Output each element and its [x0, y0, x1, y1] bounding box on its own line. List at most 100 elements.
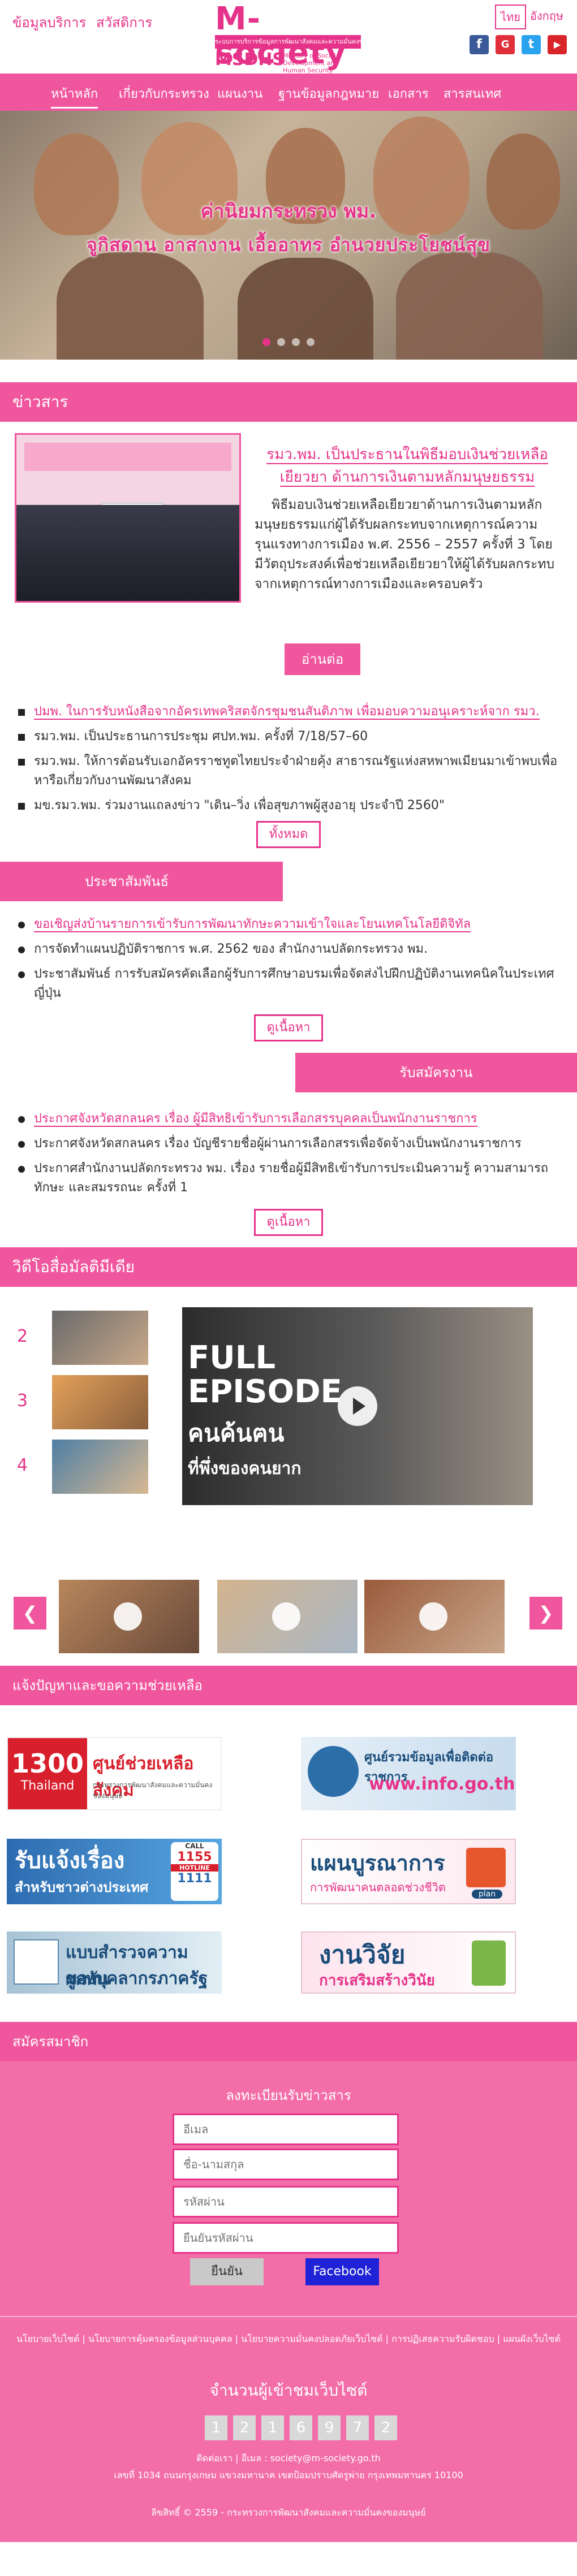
news-list: ปมพ. ในการรับหนังสือจากอัครเทพคริสตจักรช…: [0, 702, 577, 815]
news-all-button[interactable]: ทั้งหมด: [256, 821, 321, 848]
list-item-text[interactable]: ประกาศจังหวัดสกลนคร เรื่อง ผู้มีสิทธิเข้…: [34, 1112, 477, 1127]
research-pencil-icon: [472, 1940, 506, 1986]
image-banner: [24, 443, 231, 471]
hotline-1111: 1111: [177, 1872, 212, 1886]
nav-info-link[interactable]: ข้อมูลบริการ: [12, 11, 86, 33]
hero-slider[interactable]: ค่านิยมกระทรวง พม. จูกิสดาน อาสางาน เอื้…: [0, 111, 577, 360]
nav-plans[interactable]: แผนงาน: [217, 84, 262, 103]
password-field[interactable]: [173, 2186, 399, 2218]
site-header: ข้อมูลบริการ สวัสดิการ M-society ระบบการ…: [0, 0, 577, 74]
list-item[interactable]: รมว.พม. เป็นประธานการประชุม ศปท.พม. ครั้…: [18, 727, 558, 746]
nav-law-db[interactable]: ฐานข้อมูลกฎหมาย: [278, 84, 379, 103]
play-icon[interactable]: [419, 1602, 447, 1631]
player-full-text: FULL: [188, 1339, 276, 1376]
pr-more-button[interactable]: ดูเนื้อหา: [253, 1014, 324, 1041]
confirm-password-field[interactable]: [173, 2222, 399, 2254]
footer-links[interactable]: นโยบายเว็บไซต์ | นโยบายการคุ้มครองข้อมูล…: [0, 2331, 577, 2348]
counter-digit: 9: [318, 2415, 341, 2440]
carousel-prev-button[interactable]: ❮: [14, 1597, 46, 1630]
news-featured-title-text[interactable]: รมว.พม. เป็นประธานในพิธีมอบเงินช่วยเหลือ…: [266, 446, 548, 487]
list-item[interactable]: ประชาสัมพันธ์ การรับสมัครคัดเลือกผู้รับก…: [18, 965, 558, 1003]
read-more-button[interactable]: อ่านต่อ: [284, 643, 361, 675]
banner-1300[interactable]: 1300 Thailand ศูนย์ช่วยเหลือสังคม กระทรว…: [7, 1737, 222, 1810]
carousel-next-button[interactable]: ❯: [529, 1597, 562, 1630]
logo-short: MSDHS: [215, 50, 285, 70]
list-item[interactable]: ขอเชิญส่งบ้านรายการเข้ารับการพัฒนาทักษะค…: [18, 915, 558, 934]
nav-info[interactable]: สารสนเทศ: [443, 84, 501, 103]
banner-survey[interactable]: แบบสำรวจความผูกพัน ของบุคลากรภาครัฐ: [7, 1931, 222, 1994]
footer-copyright: ลิขสิทธิ์ © 2559 - กระทรวงการพัฒนาสังคมแ…: [151, 2507, 426, 2518]
banner-1300-country: Thailand: [20, 1779, 75, 1793]
carousel-thumb[interactable]: [217, 1580, 358, 1653]
jobs-more-button[interactable]: ดูเนื้อหา: [253, 1209, 324, 1236]
nav-about[interactable]: เกี่ยวกับกระทรวง: [119, 84, 209, 103]
banner-survey-sub: ของบุคลากรภาครัฐ: [66, 1969, 208, 1989]
banner-info[interactable]: ศูนย์รวมข้อมูลเพื่อติดต่อราชการ www.info…: [301, 1737, 516, 1810]
banner-foreigner-title: รับแจ้งเรื่อง: [15, 1848, 125, 1874]
list-item[interactable]: ปมพ. ในการรับหนังสือจากอัครเทพคริสตจักรช…: [18, 702, 558, 721]
video-thumb[interactable]: [52, 1311, 148, 1365]
list-item-text[interactable]: ขอเชิญส่งบ้านรายการเข้ารับการพัฒนาทักษะค…: [34, 917, 471, 932]
site-logo[interactable]: M-society ระบบการบริการข้อมูลการพัฒนาสัง…: [210, 2, 363, 74]
news-featured-image[interactable]: [15, 433, 241, 603]
facebook-login-button[interactable]: Facebook: [305, 2258, 379, 2285]
name-field[interactable]: [173, 2149, 399, 2180]
nav-welfare-link[interactable]: สวัสดิการ: [96, 11, 152, 33]
footer-contact[interactable]: ติดต่อเรา | อีเมล : society@m-society.go…: [0, 2452, 577, 2466]
news-featured-title[interactable]: รมว.พม. เป็นประธานในพิธีมอบเงินช่วยเหลือ…: [255, 443, 560, 489]
nav-documents[interactable]: เอกสาร: [388, 84, 429, 103]
video-thumb[interactable]: [52, 1375, 148, 1429]
list-item[interactable]: ประกาศจังหวัดสกลนคร เรื่อง ผู้มีสิทธิเข้…: [18, 1109, 558, 1129]
carousel-thumb[interactable]: [59, 1580, 199, 1653]
submit-button[interactable]: ยืนยัน: [190, 2258, 264, 2285]
youtube-icon[interactable]: ▶: [548, 35, 567, 54]
jobs-section-title: รับสมัครงาน: [295, 1053, 577, 1092]
video-num: 2: [17, 1326, 28, 1346]
google-plus-icon[interactable]: G: [496, 35, 515, 54]
footer-divider: [0, 2316, 577, 2317]
service-banners: 1300 Thailand ศูนย์ช่วยเหลือสังคม กระทรว…: [0, 1705, 577, 2022]
play-icon[interactable]: [272, 1602, 300, 1631]
list-item[interactable]: การจัดทำแผนปฏิบัติราชการ พ.ศ. 2562 ของ ส…: [18, 940, 558, 959]
facebook-icon[interactable]: f: [470, 35, 489, 54]
counter-digit: 6: [290, 2415, 312, 2440]
plan-book-icon: [466, 1848, 506, 1887]
hero-caption: ค่านิยมกระทรวง พม.: [200, 200, 377, 223]
banner-plan[interactable]: แผนบูรณาการ การพัฒนาคนตลอดช่วงชีวิต plan: [301, 1839, 516, 1904]
hotline-call: CALL: [185, 1842, 204, 1850]
lang-en-button[interactable]: อังกฤษ: [530, 7, 563, 25]
player-full-label: FULL EPISODE: [188, 1341, 342, 1409]
video-thumb[interactable]: [52, 1440, 148, 1494]
pr-section-title: ประชาสัมพันธ์: [0, 862, 283, 901]
play-icon[interactable]: [338, 1386, 377, 1426]
news-section-title: ข่าวสาร: [0, 382, 577, 422]
banner-1300-num: 1300: [11, 1748, 84, 1779]
lang-th-button[interactable]: ไทย: [495, 5, 526, 29]
banner-1300-sub: กระทรวงการพัฒนาสังคมและความมั่นคงของมนุษ…: [93, 1781, 213, 1800]
banner-research-sub: การเสริมสร้างวินัย: [319, 1972, 435, 1989]
slider-dot[interactable]: [277, 338, 285, 346]
slider-dot[interactable]: [262, 338, 270, 346]
play-icon[interactable]: [114, 1602, 142, 1631]
list-item[interactable]: รมว.พม. ให้การต้อนรับเอกอัครราชทูตไทยประ…: [18, 752, 558, 790]
slider-dot[interactable]: [292, 338, 300, 346]
list-item[interactable]: มข.รมว.พม. ร่วมงานแถลงข่าว "เดิน–วิ่ง เพ…: [18, 796, 558, 815]
list-item[interactable]: ประกาศสำนักงานปลัดกระทรวง พม. เรื่อง ราย…: [18, 1159, 558, 1198]
hotline-label: HOTLINE: [171, 1864, 218, 1872]
banner-plan-tag: plan: [472, 1890, 503, 1899]
banner-foreigner[interactable]: รับแจ้งเรื่อง สำหรับชาวต่างประเทศ CALL 1…: [7, 1839, 222, 1904]
list-item-text[interactable]: ปมพ. ในการรับหนังสือจากอัครเทพคริสตจักรช…: [34, 704, 540, 720]
banner-research[interactable]: งานวิจัย การเสริมสร้างวินัย: [301, 1931, 516, 1994]
visitor-count-label: จำนวนผู้เข้าชมเว็บไซต์: [209, 2381, 368, 2400]
logo-bar: ระบบการบริการข้อมูลการพัฒนาสังคมและความม…: [215, 35, 361, 49]
email-field[interactable]: [173, 2113, 399, 2145]
list-item[interactable]: ประกาศจังหวัดสกลนคร เรื่อง บัญชีรายชื่อผ…: [18, 1134, 558, 1153]
member-form-title: ลงทะเบียนรับข่าวสาร: [226, 2087, 351, 2103]
nav-home[interactable]: หน้าหลัก: [51, 84, 98, 109]
video-player[interactable]: FULL EPISODE คนค้นฅน ที่พึ่งของคนยาก: [182, 1307, 533, 1505]
banner-plan-title: แผนบูรณาการ: [310, 1851, 445, 1875]
news-featured: รมว.พม. เป็นประธานในพิธีมอบเงินช่วยเหลือ…: [0, 422, 577, 608]
carousel-thumb[interactable]: [364, 1580, 505, 1653]
twitter-icon[interactable]: t: [522, 35, 541, 54]
slider-dot[interactable]: [307, 338, 315, 346]
